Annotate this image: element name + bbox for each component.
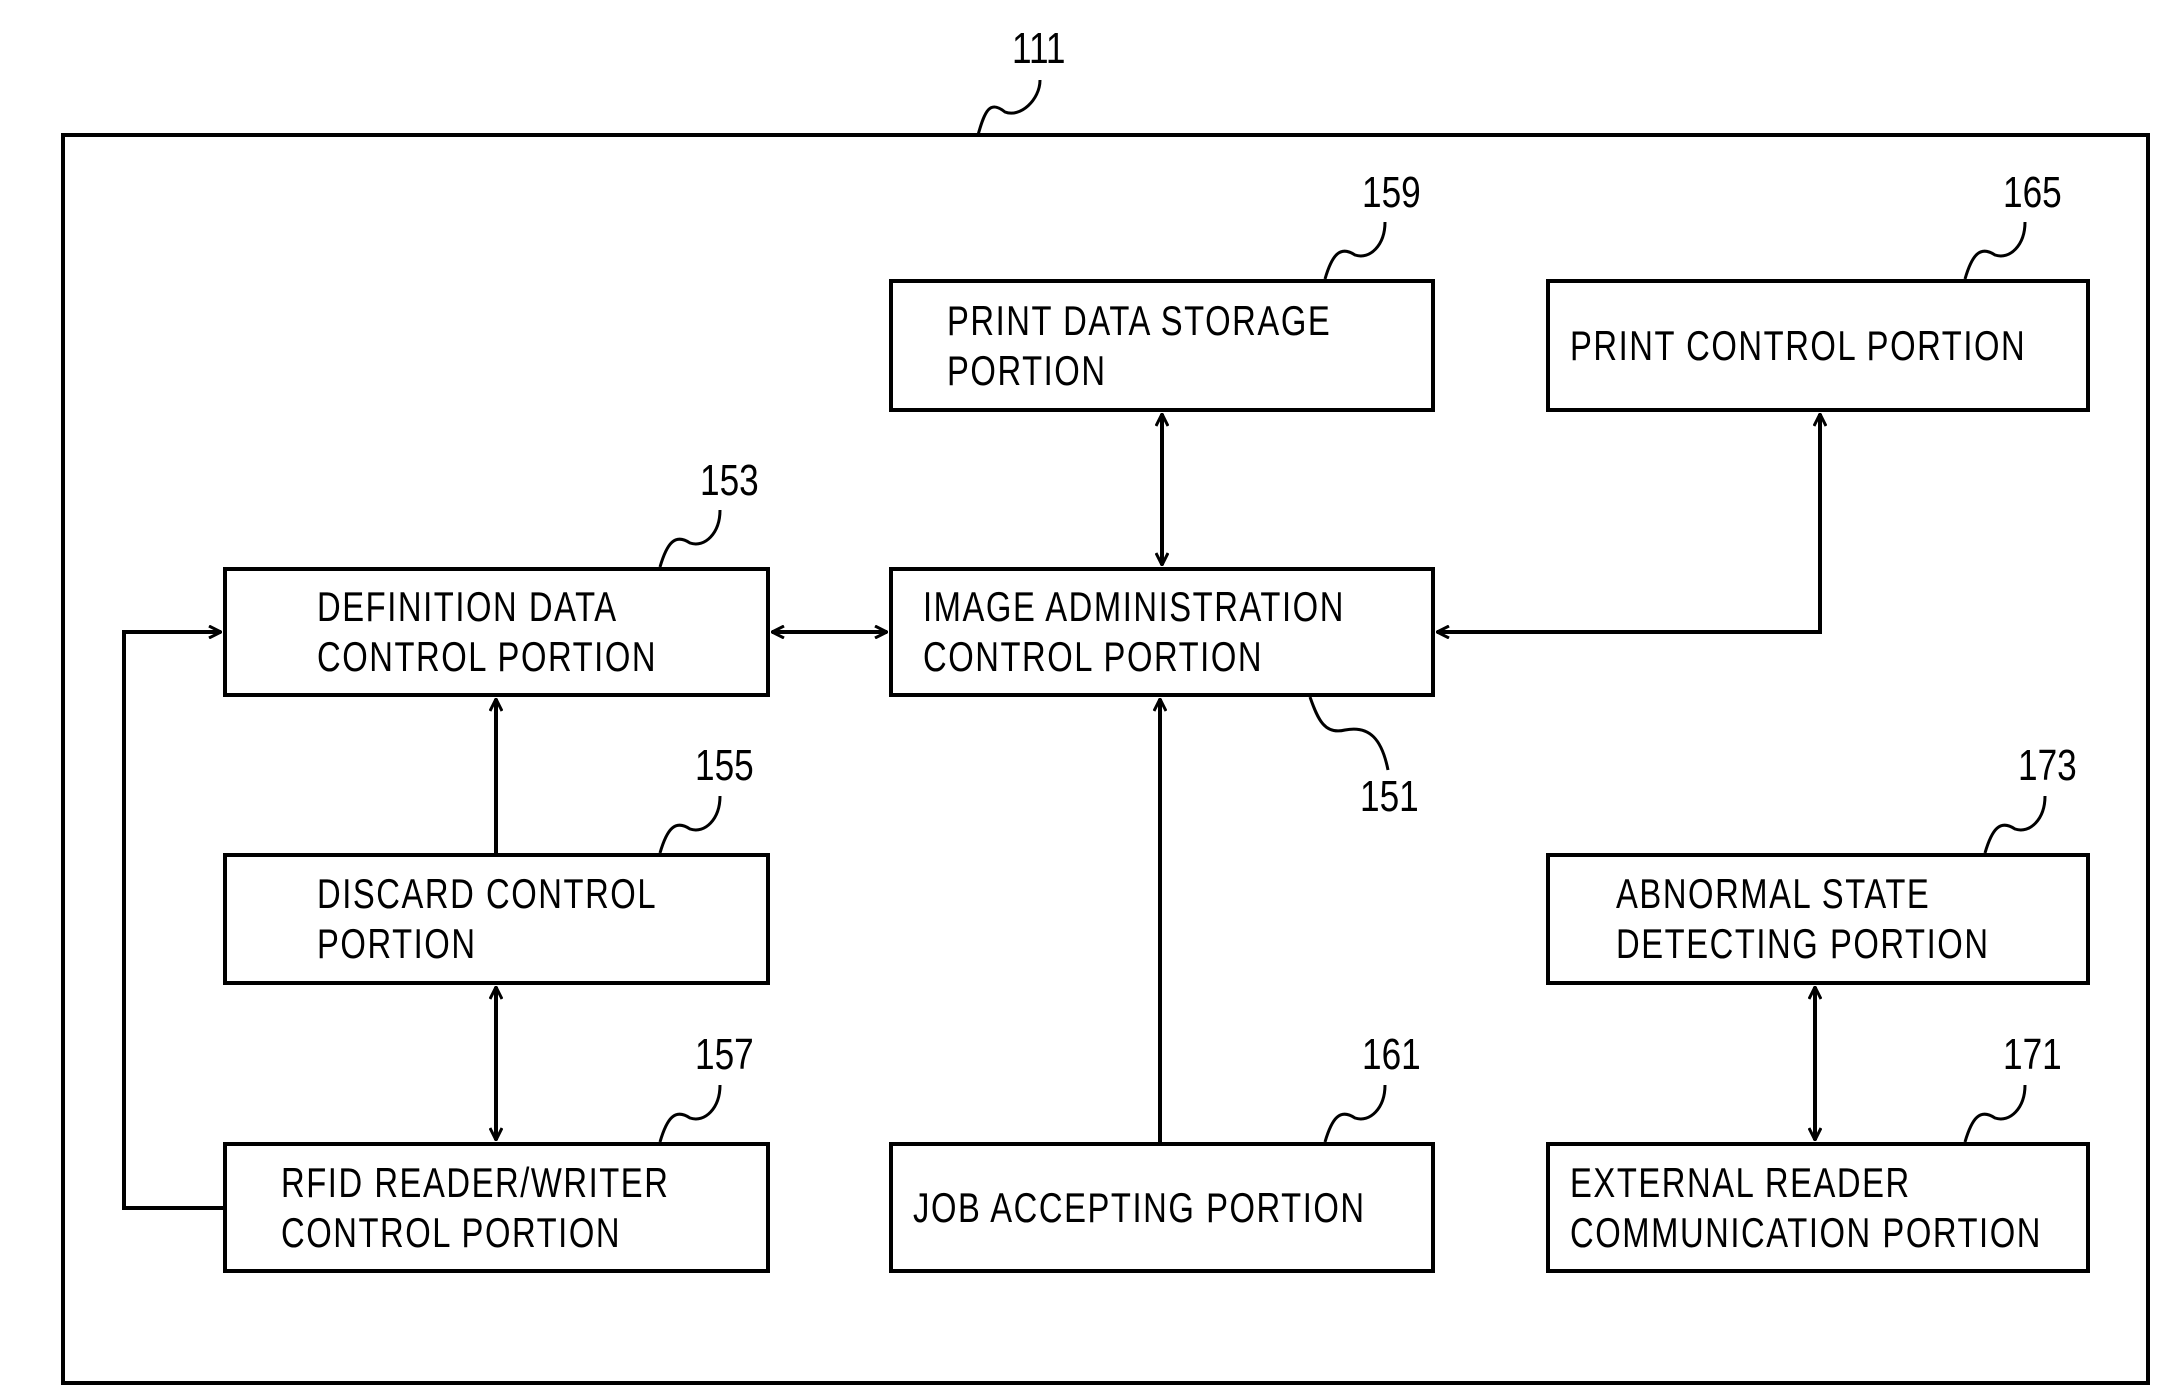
block-label-line: ABNORMAL STATE [1616, 870, 1931, 917]
block-label-line: CONTROL PORTION [923, 633, 1264, 680]
arrow-157-153 [122, 632, 223, 1210]
block-label-line: CONTROL PORTION [281, 1208, 622, 1256]
ref-label-111: 111 [1012, 24, 1066, 73]
leader-171 [1963, 1084, 2027, 1143]
leader-151 [1308, 696, 1390, 771]
ref-label-155: 155 [695, 741, 754, 790]
block-label-line: EXTERNAL READER [1570, 1158, 1911, 1206]
ref-label-173: 173 [2018, 741, 2077, 790]
leader-173 [1983, 795, 2047, 854]
leader-111 [976, 79, 1042, 136]
ref-label-159: 159 [1362, 168, 1421, 217]
block-job-accepting-portion: JOB ACCEPTING PORTION [889, 1142, 1435, 1273]
block-label-line: IMAGE ADMINISTRATION [923, 583, 1345, 630]
leader-161 [1323, 1084, 1387, 1143]
block-label-line: PORTION [317, 920, 477, 967]
block-label-line: COMMUNICATION PORTION [1570, 1208, 2042, 1256]
leader-165 [1963, 221, 2027, 280]
block-discard-control-portion: DISCARD CONTROL PORTION [223, 853, 770, 985]
block-definition-data-control-portion: DEFINITION DATA CONTROL PORTION [223, 567, 770, 697]
block-rfid-reader-writer-control-portion: RFID READER/WRITER CONTROL PORTION [223, 1142, 770, 1273]
ref-label-161: 161 [1362, 1030, 1421, 1079]
block-label-line: PRINT CONTROL PORTION [1570, 321, 2027, 369]
block-label-line: DEFINITION DATA [317, 583, 618, 630]
block-abnormal-state-detecting-portion: ABNORMAL STATE DETECTING PORTION [1546, 853, 2090, 985]
block-label-line: PORTION [947, 346, 1107, 394]
block-external-reader-communication-portion: EXTERNAL READER COMMUNICATION PORTION [1546, 1142, 2090, 1273]
ref-label-151: 151 [1360, 772, 1419, 821]
block-label-line: PRINT DATA STORAGE [947, 296, 1332, 344]
leader-153 [658, 509, 722, 568]
ref-label-157: 157 [695, 1030, 754, 1079]
block-image-administration-control-portion: IMAGE ADMINISTRATION CONTROL PORTION [889, 567, 1435, 697]
block-label-line: DETECTING PORTION [1616, 920, 1990, 967]
block-label-line: DISCARD CONTROL [317, 870, 658, 917]
leader-157 [658, 1084, 722, 1143]
block-label-line: JOB ACCEPTING PORTION [913, 1183, 1366, 1231]
ref-label-171: 171 [2003, 1030, 2062, 1079]
ref-label-153: 153 [700, 456, 759, 505]
ref-label-165: 165 [2003, 168, 2062, 217]
block-print-data-storage-portion: PRINT DATA STORAGE PORTION [889, 279, 1435, 412]
arrow-165-151 [1437, 414, 1820, 632]
block-label-line: CONTROL PORTION [317, 633, 658, 680]
block-label-line: RFID READER/WRITER [281, 1158, 670, 1206]
leader-159 [1323, 221, 1387, 280]
block-print-control-portion: PRINT CONTROL PORTION [1546, 279, 2090, 412]
leader-155 [658, 795, 722, 854]
